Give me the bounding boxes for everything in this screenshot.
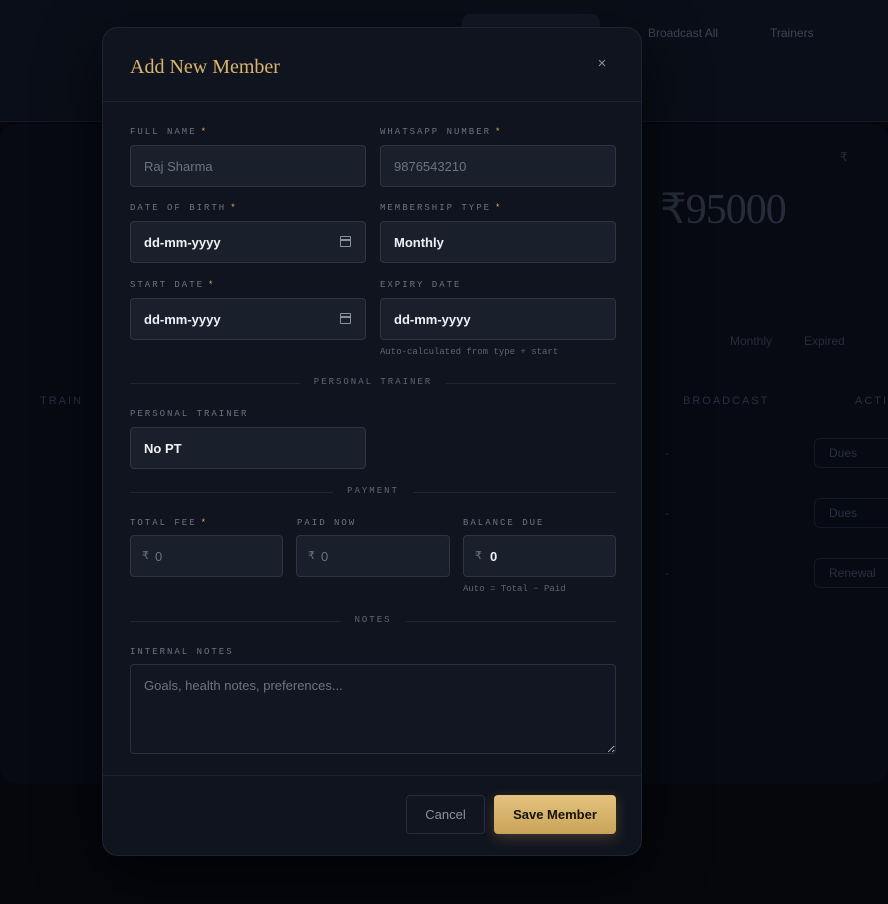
background-col-trainer: TRAIN	[40, 395, 83, 407]
background-renewal-button: Renewal	[814, 558, 888, 588]
rupee-icon: ₹	[308, 550, 315, 562]
start-date-label: START DATE *	[130, 280, 216, 290]
dob-date-input[interactable]: dd-mm-yyyy	[130, 221, 366, 263]
background-col-actions: ACTI	[855, 395, 888, 407]
paid-now-field[interactable]: ₹	[296, 535, 450, 577]
add-member-modal: Add New Member × FULL NAME* WHATSAPP NUM…	[102, 27, 642, 856]
whatsapp-input[interactable]	[380, 145, 616, 187]
background-rupee-icon: ₹	[840, 150, 848, 164]
personal-trainer-select[interactable]: No PT	[130, 427, 366, 469]
cancel-button[interactable]: Cancel	[406, 795, 485, 834]
expiry-date-label: EXPIRY DATE	[380, 280, 462, 290]
total-fee-field[interactable]: ₹	[130, 535, 283, 577]
save-member-button[interactable]: Save Member	[494, 795, 616, 834]
rupee-icon: ₹	[475, 550, 482, 562]
background-row-dash: -	[665, 566, 669, 580]
background-row-dash: -	[665, 506, 669, 520]
dob-value: dd-mm-yyyy	[144, 235, 221, 250]
background-dues-button: Dues	[814, 438, 888, 468]
balance-due-value: 0	[490, 549, 498, 564]
background-tab-monthly: Monthly	[730, 334, 773, 348]
calendar-icon[interactable]	[340, 236, 351, 247]
background-col-broadcast: BROADCAST	[683, 395, 770, 407]
balance-due-hint: Auto = Total − Paid	[463, 584, 566, 594]
background-row-dash: -	[665, 446, 669, 460]
expiry-date-value: dd-mm-yyyy	[394, 312, 471, 327]
start-date-input[interactable]: dd-mm-yyyy	[130, 298, 366, 340]
total-fee-input[interactable]	[155, 536, 275, 576]
expiry-date-hint: Auto-calculated from type + start	[380, 347, 559, 357]
rupee-icon: ₹	[142, 550, 149, 562]
close-icon[interactable]: ×	[593, 55, 611, 73]
background-tab-expired: Expired	[804, 334, 845, 348]
membership-type-select[interactable]: Monthly	[380, 221, 616, 263]
expiry-date-input[interactable]: dd-mm-yyyy	[380, 298, 616, 340]
full-name-label: FULL NAME *	[130, 127, 209, 137]
dob-label: DATE OF BIRTH *	[130, 203, 238, 213]
paid-now-label: PAID NOW	[297, 518, 357, 528]
personal-trainer-label: PERSONAL TRAINER	[130, 409, 249, 419]
modal-title: Add New Member	[130, 56, 280, 78]
total-fee-label: TOTAL FEE *	[130, 518, 209, 528]
section-divider-notes: NOTES	[130, 615, 616, 627]
full-name-input[interactable]	[130, 145, 366, 187]
background-nav-broadcast-all: Broadcast All	[648, 26, 719, 40]
personal-trainer-value: No PT	[144, 441, 182, 456]
whatsapp-label: WHATSAPP NUMBER *	[380, 127, 503, 137]
section-divider-payment: PAYMENT	[130, 486, 616, 498]
modal-header: Add New Member ×	[103, 28, 641, 102]
balance-due-label: BALANCE DUE	[463, 518, 545, 528]
internal-notes-textarea[interactable]	[130, 664, 616, 754]
internal-notes-label: INTERNAL NOTES	[130, 647, 234, 657]
membership-type-value: Monthly	[394, 235, 444, 250]
membership-type-label: MEMBERSHIP TYPE *	[380, 203, 503, 213]
balance-due-field: ₹ 0	[463, 535, 616, 577]
modal-footer-divider	[103, 775, 641, 776]
section-divider-personal-trainer: PERSONAL TRAINER	[130, 377, 616, 389]
background-stat-value: ₹95000	[660, 187, 787, 233]
background-dues-button: Dues	[814, 498, 888, 528]
background-nav-trainers: Trainers	[770, 26, 814, 40]
start-date-value: dd-mm-yyyy	[144, 312, 221, 327]
paid-now-input[interactable]	[321, 536, 441, 576]
calendar-icon[interactable]	[340, 313, 351, 324]
